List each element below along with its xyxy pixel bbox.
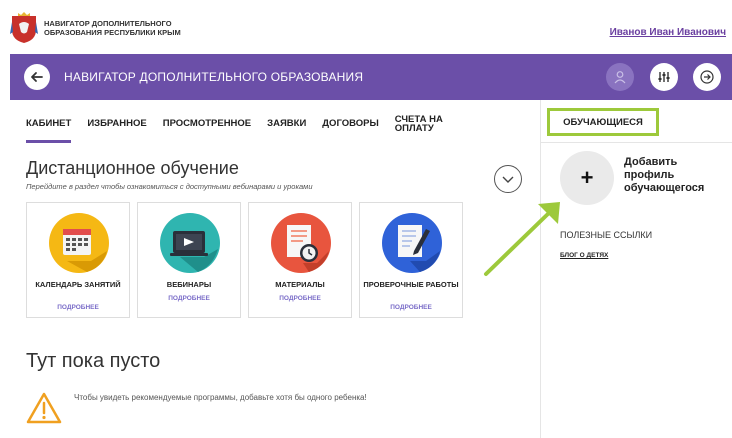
materials-icon (271, 213, 331, 273)
tab-applications[interactable]: ЗАЯВКИ (267, 119, 306, 135)
navbar-title: НАВИГАТОР ДОПОЛНИТЕЛЬНОГО ОБРАЗОВАНИЯ (64, 70, 364, 84)
user-name-link[interactable]: Иванов Иван Иванович (610, 27, 726, 38)
arrow-pointer-icon (484, 202, 560, 276)
tab-favorites[interactable]: ИЗБРАННОЕ (87, 119, 146, 135)
card-tests[interactable]: ПРОВЕРОЧНЫЕ РАБОТЫ ПОДРОБНЕЕ (359, 202, 463, 318)
exit-icon (700, 70, 714, 84)
distance-learning-title: Дистанционное обучение (26, 158, 239, 178)
filters-button[interactable] (650, 63, 678, 91)
card-materials[interactable]: МАТЕРИАЛЫ ПОДРОБНЕЕ (248, 202, 352, 318)
arrow-left-icon (31, 72, 43, 82)
calendar-icon (49, 213, 109, 273)
card-calendar-label: КАЛЕНДАРЬ ЗАНЯТИЙ (35, 280, 121, 289)
empty-state-text: Чтобы увидеть рекомендуемые программы, д… (74, 393, 367, 402)
back-button[interactable] (24, 64, 50, 90)
card-materials-more[interactable]: ПОДРОБНЕЕ (249, 295, 351, 302)
card-webinars-more[interactable]: ПОДРОБНЕЕ (138, 295, 240, 302)
brand-line-2: ОБРАЗОВАНИЯ РЕСПУБЛИКИ КРЫМ (44, 28, 181, 37)
distance-cards: КАЛЕНДАРЬ ЗАНЯТИЙ ПОДРОБНЕЕ ВЕБИНАРЫ ПОД… (26, 202, 470, 318)
tab-cabinet[interactable]: КАБИНЕТ (26, 119, 72, 143)
filters-icon (658, 72, 670, 82)
main-navbar: НАВИГАТОР ДОПОЛНИТЕЛЬНОГО ОБРАЗОВАНИЯ (10, 54, 732, 100)
empty-state-title: Тут пока пусто (26, 350, 161, 372)
card-calendar[interactable]: КАЛЕНДАРЬ ЗАНЯТИЙ ПОДРОБНЕЕ (26, 202, 130, 318)
useful-links-title: ПОЛЕЗНЫЕ ССЫЛКИ (560, 230, 653, 240)
webinar-icon (160, 213, 220, 273)
tab-invoices[interactable]: СЧЕТА НА ОПЛАТУ (395, 115, 451, 139)
warning-icon (26, 392, 62, 424)
card-calendar-more[interactable]: ПОДРОБНЕЕ (27, 304, 129, 311)
tab-contracts[interactable]: ДОГОВОРЫ (322, 119, 378, 135)
card-materials-label: МАТЕРИАЛЫ (275, 280, 325, 289)
card-tests-more[interactable]: ПОДРОБНЕЕ (360, 304, 462, 311)
students-tab[interactable]: ОБУЧАЮЩИЕСЯ (547, 108, 659, 136)
brand-line-1: НАВИГАТОР ДОПОЛНИТЕЛЬНОГО (44, 19, 172, 28)
chevron-down-icon (502, 176, 514, 183)
card-webinars[interactable]: ВЕБИНАРЫ ПОДРОБНЕЕ (137, 202, 241, 318)
top-header: НАВИГАТОР ДОПОЛНИТЕЛЬНОГО ОБРАЗОВАНИЯ РЕ… (0, 0, 732, 54)
add-student-label[interactable]: Добавить профиль обучающегося (624, 156, 724, 195)
profile-avatar-button[interactable] (606, 63, 634, 91)
tab-viewed[interactable]: ПРОСМОТРЕННОЕ (163, 119, 251, 135)
crimea-emblem-logo[interactable] (10, 12, 38, 44)
cabinet-tabs: КАБИНЕТ ИЗБРАННОЕ ПРОСМОТРЕННОЕ ЗАЯВКИ Д… (26, 112, 467, 143)
collapse-button[interactable] (494, 165, 522, 193)
user-icon (614, 71, 626, 84)
side-header-divider (540, 142, 732, 143)
tests-icon (382, 213, 442, 273)
logout-button[interactable] (693, 63, 721, 91)
brand-title[interactable]: НАВИГАТОР ДОПОЛНИТЕЛЬНОГО ОБРАЗОВАНИЯ РЕ… (44, 19, 181, 37)
distance-learning-subtitle: Перейдите в раздел чтобы ознакомиться с … (26, 182, 313, 191)
card-tests-label: ПРОВЕРОЧНЫЕ РАБОТЫ (363, 280, 459, 289)
card-webinars-label: ВЕБИНАРЫ (166, 280, 212, 289)
